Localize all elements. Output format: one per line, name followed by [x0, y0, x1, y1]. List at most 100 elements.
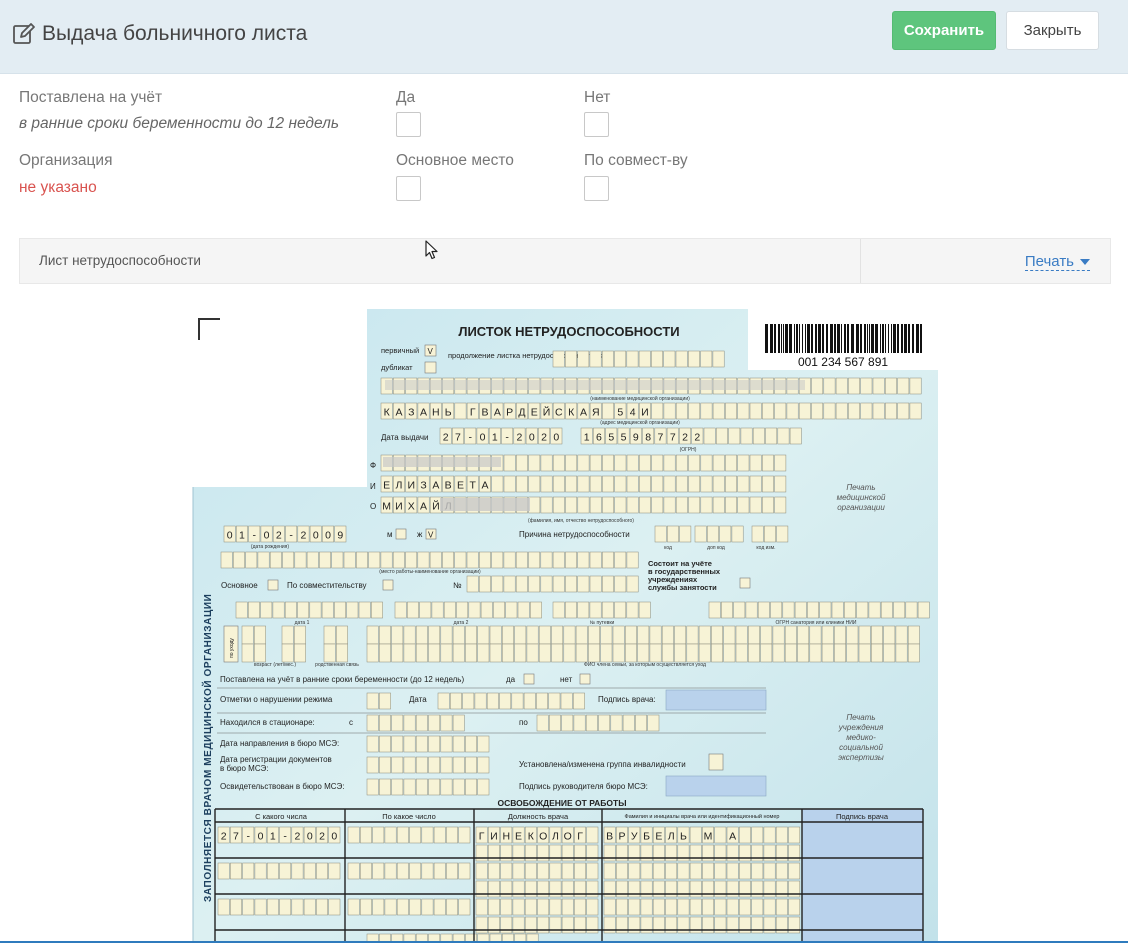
violations-label: Отметки о нарушении режима — [220, 695, 333, 704]
form-cell-char: З — [408, 407, 414, 419]
form-cell — [610, 714, 623, 732]
form-cell — [626, 601, 639, 619]
form-cell-char: 7 — [670, 432, 676, 444]
form-cell — [336, 643, 348, 663]
form-cell — [491, 575, 504, 593]
form-cell — [848, 377, 860, 395]
form-cell — [712, 350, 725, 368]
form-cell — [384, 826, 397, 844]
form-cell-char: 2 — [221, 831, 227, 843]
form-cell — [834, 625, 846, 645]
form-cell — [782, 601, 795, 619]
form-cell — [602, 454, 614, 472]
form-cell — [602, 475, 614, 493]
form-cell — [512, 898, 525, 916]
form-cell — [319, 551, 331, 569]
form-cell — [316, 898, 328, 916]
form-cell — [574, 898, 586, 916]
barcode-bar — [834, 324, 836, 353]
form-cell — [428, 625, 441, 645]
no-checkbox[interactable] — [584, 112, 609, 137]
form-cell — [528, 575, 541, 593]
form-cell — [809, 643, 822, 663]
main-place-checkbox[interactable] — [396, 176, 421, 201]
form-cell — [661, 643, 674, 663]
form-cell — [526, 643, 539, 663]
yes-checkbox[interactable] — [396, 112, 421, 137]
work-caption: (место работы-наименование организации) — [379, 569, 481, 575]
form-cell — [241, 625, 254, 645]
form-cell — [797, 643, 810, 663]
form-cell — [368, 551, 381, 569]
form-cell — [491, 551, 504, 569]
form-cell — [248, 601, 260, 619]
form-cell — [421, 862, 434, 880]
form-cell — [372, 826, 385, 844]
form-cell — [871, 625, 883, 645]
form-cell — [440, 735, 453, 753]
close-button[interactable]: Закрыть — [1006, 11, 1099, 50]
org-caption: (наименование медицинской организации) — [590, 395, 690, 402]
form-cell — [698, 625, 711, 645]
form-cell — [454, 402, 467, 420]
form-cell-char: 4 — [630, 407, 636, 419]
form-cell-char: 9 — [633, 432, 639, 444]
barcode-bar — [882, 324, 884, 353]
number-sign: № — [453, 581, 462, 590]
form-cell — [366, 778, 379, 796]
form-cell — [784, 643, 797, 663]
form-cell — [640, 898, 653, 916]
form-cell — [486, 692, 499, 710]
form-cell — [446, 862, 458, 880]
form-cell — [437, 692, 450, 710]
yes-label: Да — [396, 89, 416, 106]
form-cell — [358, 601, 371, 619]
form-cell — [763, 898, 776, 916]
form-cell-char: И — [407, 480, 415, 492]
combined-checkbox[interactable] — [584, 176, 609, 201]
form-cell — [415, 625, 428, 645]
hospital-from: с — [349, 718, 353, 727]
form-cell — [763, 826, 776, 844]
save-button[interactable]: Сохранить — [892, 11, 996, 50]
form-cell-char: 8 — [645, 432, 651, 444]
form-cell — [465, 643, 477, 663]
form-cell — [428, 756, 441, 774]
form-cell — [639, 454, 651, 472]
form-cell — [356, 551, 368, 569]
form-cell — [458, 862, 471, 880]
form-cell — [549, 862, 562, 880]
form-cell — [303, 898, 316, 916]
address-caption: (адрес медицинской организации) — [600, 419, 680, 426]
form-cell-char: Р — [506, 407, 513, 419]
barcode-bar — [837, 324, 840, 353]
form-cell-char: 9 — [337, 530, 343, 542]
sanatorium-caption: ОГРН санатория или клиники НИИ — [776, 620, 857, 626]
form-cell — [708, 601, 721, 619]
form-cell — [860, 402, 873, 420]
form-cell-char: К — [384, 407, 391, 419]
form-cell-char: Й — [432, 500, 440, 513]
barcode-bar — [818, 324, 821, 353]
ogrn-caption: (ОГРН) — [680, 447, 697, 453]
form-cell — [347, 826, 360, 844]
form-cell — [366, 643, 379, 663]
primary-mark: V — [428, 347, 434, 356]
form-cell — [391, 735, 404, 753]
barcode-bar — [869, 324, 870, 353]
form-cell — [714, 862, 727, 880]
form-cell — [391, 714, 404, 732]
form-cell — [502, 643, 514, 663]
form-cell — [625, 625, 637, 645]
organization-value[interactable]: не указано — [19, 179, 97, 197]
form-cell — [589, 601, 602, 619]
print-dropdown[interactable]: Печать — [1024, 253, 1090, 271]
form-cell — [760, 643, 773, 663]
print-label: Печать — [1024, 253, 1074, 270]
form-cell — [573, 714, 586, 732]
form-cell — [661, 625, 674, 645]
form-cell — [523, 692, 536, 710]
edit-icon — [13, 23, 35, 44]
form-cell — [585, 714, 598, 732]
form-cell — [429, 551, 442, 569]
